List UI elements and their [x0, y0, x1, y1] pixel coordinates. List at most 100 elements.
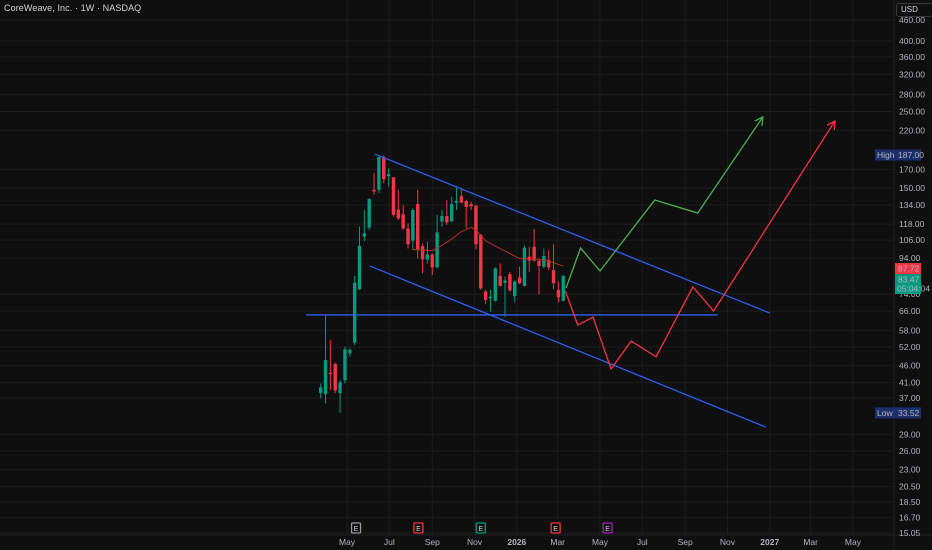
earnings-marker[interactable]: E: [475, 522, 486, 534]
candle-body: [493, 268, 498, 301]
candle-body: [537, 260, 541, 267]
prev-close-label: 87.72: [898, 264, 920, 274]
price-axis-label: 170.00: [899, 164, 925, 174]
high-tag-label: High: [877, 150, 895, 160]
price-axis-label: 15.05: [899, 528, 921, 538]
candle: [508, 271, 512, 292]
time-axis-label: Nov: [467, 537, 483, 547]
price-axis-label: 94.00: [899, 253, 921, 263]
candle-body: [517, 277, 522, 284]
candle: [542, 248, 546, 269]
price-axis-label: 20.50: [899, 482, 921, 492]
price-axis-label: 66.00: [899, 306, 921, 316]
candle-body: [532, 246, 536, 261]
price-axis-label: 280.00: [899, 89, 925, 99]
bull-path-arrowhead-icon: [754, 115, 764, 126]
price-chart[interactable]: 460.00 400.00 360.00 320.00 280.00 250.00 220.…: [0, 0, 932, 550]
candle-body: [391, 177, 396, 215]
candle: [348, 348, 352, 357]
price-axis-label: 46.00: [899, 360, 921, 370]
candle: [537, 259, 541, 295]
candle-body: [425, 254, 430, 260]
candle: [513, 280, 517, 303]
candle: [561, 275, 565, 302]
candle-body: [483, 291, 488, 301]
candle-body: [459, 196, 464, 203]
candle-body: [362, 233, 367, 237]
candle-body: [503, 280, 507, 283]
candle: [319, 383, 323, 399]
earnings-label: E: [416, 526, 421, 533]
candle: [357, 226, 362, 290]
candle: [343, 346, 347, 384]
price-axis-label: 106.00: [899, 235, 925, 245]
price-axis-label: 460.00: [899, 15, 925, 25]
candle: [479, 233, 483, 290]
price-axis-label: 58.00: [899, 326, 921, 336]
candle: [362, 210, 367, 242]
candle-body: [508, 274, 512, 291]
earnings-marker[interactable]: E: [350, 522, 362, 534]
high-value-label: 187.00: [898, 150, 924, 160]
earnings-marker[interactable]: E: [602, 522, 613, 534]
candle-body: [556, 289, 561, 298]
candle: [449, 196, 454, 222]
price-axis-label: 23.00: [899, 464, 921, 474]
price-axis-label: 52.00: [899, 342, 921, 352]
price-axis-label: 250.00: [899, 106, 925, 116]
candle-body: [382, 157, 386, 180]
bull-path: [565, 116, 764, 289]
candle-body: [469, 204, 473, 207]
time-axis-label: 2027: [760, 537, 779, 547]
earnings-marker[interactable]: E: [550, 522, 561, 534]
time-axis-label: Jul: [637, 537, 648, 547]
candle: [483, 289, 488, 304]
price-axis-label: 29.00: [899, 430, 921, 440]
candle-body: [411, 210, 415, 241]
candle-body: [328, 372, 333, 375]
candle: [517, 266, 522, 285]
candle: [546, 250, 551, 271]
low-tag-label: Low: [877, 408, 893, 418]
candle-body: [542, 255, 546, 267]
price-axis-label: 37.00: [899, 393, 921, 403]
candle-body: [430, 254, 434, 268]
candle: [372, 172, 376, 195]
candle-body: [372, 189, 376, 192]
time-axis-label: Sep: [425, 537, 440, 547]
candle-body: [338, 382, 342, 394]
candle-body: [416, 204, 420, 251]
earnings-label: E: [478, 526, 483, 533]
earnings-marker[interactable]: E: [413, 522, 424, 534]
time-axis-label: May: [845, 537, 862, 547]
time-axis-label: Sep: [678, 537, 693, 547]
candle: [493, 267, 498, 302]
price-axis-label: 220.00: [899, 126, 925, 136]
candle-body: [449, 204, 454, 222]
price-axis-label: 41.00: [899, 378, 921, 388]
candle: [382, 155, 386, 184]
candle: [323, 315, 328, 404]
price-axis-label: 16.70: [899, 512, 921, 522]
candle-body: [319, 387, 323, 393]
candle: [454, 187, 459, 211]
candle-body: [522, 247, 527, 286]
candle-body: [333, 364, 337, 391]
price-axis-label: 134.00: [899, 200, 925, 210]
candle: [425, 241, 430, 264]
candle: [488, 289, 493, 312]
time-axis-label: Mar: [550, 537, 565, 547]
earnings-label: E: [354, 526, 359, 533]
candle: [401, 205, 405, 230]
candle: [445, 200, 449, 225]
price-axis-label: 26.00: [899, 446, 921, 456]
candle-body: [440, 215, 444, 222]
candle-body: [488, 296, 493, 299]
price-axis-label: 18.50: [899, 497, 921, 507]
candle-body: [343, 349, 347, 381]
candle: [333, 362, 337, 394]
candle: [416, 189, 420, 259]
price-axis-label: 320.00: [899, 69, 925, 79]
candle: [435, 214, 439, 269]
candle-body: [420, 246, 425, 260]
